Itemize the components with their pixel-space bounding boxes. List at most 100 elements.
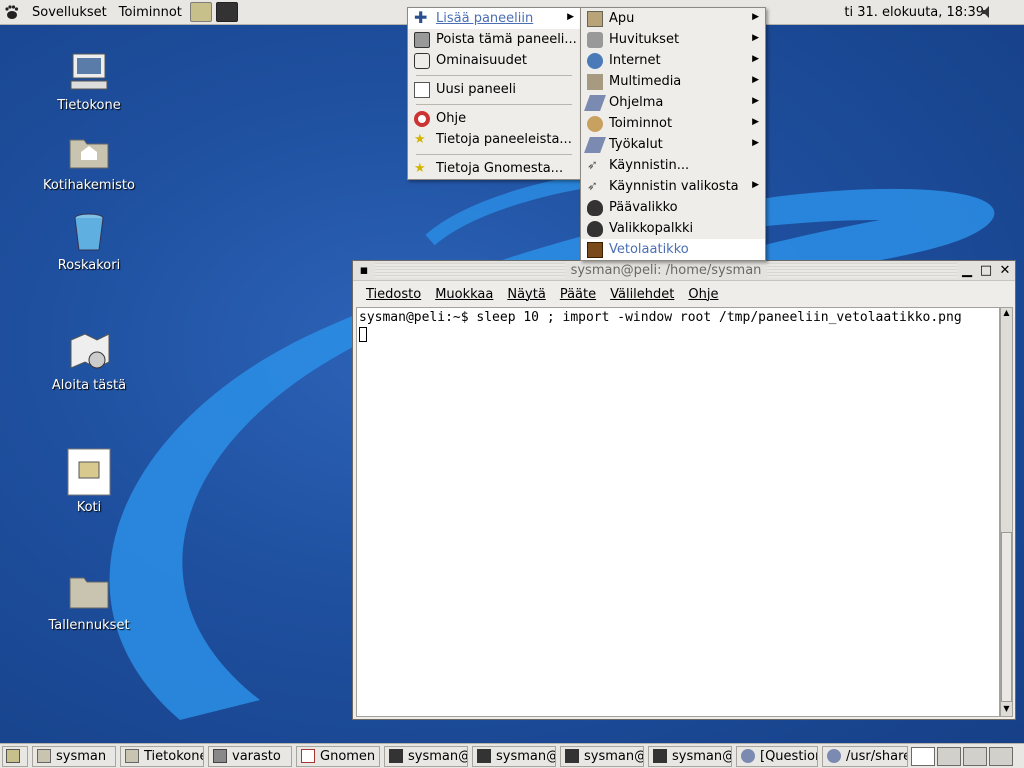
taskbar-item[interactable]: sysman@	[384, 745, 468, 767]
actions-menu[interactable]: Toiminnot	[113, 0, 188, 25]
menu-item-new-panel[interactable]: Uusi paneeli	[408, 79, 580, 100]
desktop-icon-home[interactable]: Kotihakemisto	[29, 130, 149, 193]
text-editor-icon[interactable]	[189, 2, 212, 22]
scroll-up-icon[interactable]: ▲	[1001, 308, 1012, 320]
submenu-item-valikkopalkki[interactable]: Valikkopalkki	[581, 218, 765, 239]
minimize-button[interactable]: ▁	[959, 263, 975, 279]
clock[interactable]: ti 31. elokuuta, 18:39	[844, 0, 984, 25]
menu-item-add-to-panel[interactable]: ✚ Lisää paneeliin ▶	[408, 8, 580, 29]
window-menu-icon[interactable]: ▪	[356, 263, 372, 279]
folder-icon	[125, 749, 139, 763]
maximize-button[interactable]: □	[978, 263, 994, 279]
desktop-icon-koti[interactable]: Koti	[29, 448, 149, 515]
workspace-4[interactable]	[989, 746, 1013, 766]
amusements-icon	[587, 32, 603, 48]
folder-icon	[37, 749, 51, 763]
scroll-down-icon[interactable]: ▼	[1001, 704, 1012, 716]
submenu-item-tyokalut[interactable]: Työkalut ▶	[581, 134, 765, 155]
menu-item-about-gnome[interactable]: ★ Tietoja Gnomesta...	[408, 158, 580, 179]
tools-icon	[584, 137, 606, 153]
add-to-panel-submenu: Apu ▶ Huvitukset ▶ Internet ▶ Multimedia ▶ O…	[580, 7, 766, 261]
submenu-arrow-icon: ▶	[752, 180, 759, 190]
applications-menu[interactable]: Sovellukset	[26, 0, 113, 25]
desktop: Tietokone Kotihakemisto Roskakori Aloita…	[0, 0, 1024, 768]
menu-nayta[interactable]: Näytä	[500, 287, 552, 302]
start-here-icon	[70, 333, 110, 369]
menu-separator	[408, 71, 580, 79]
submenu-item-paavalikko[interactable]: Päävalikko	[581, 197, 765, 218]
submenu-arrow-icon: ▶	[567, 12, 574, 22]
taskbar-item[interactable]: sysman@	[560, 745, 644, 767]
close-button[interactable]: ✕	[997, 263, 1013, 279]
terminal-menubar: Tiedosto Muokkaa Näytä Pääte Välilehdet …	[353, 281, 1015, 307]
submenu-arrow-icon: ▶	[752, 117, 759, 127]
home-folder-icon	[69, 139, 109, 169]
desktop-icon-trash[interactable]: Roskakori	[29, 210, 149, 273]
workspace-3[interactable]	[963, 746, 987, 766]
bottom-panel: sysman Tietokone varasto Gnomen P sysman…	[0, 743, 1024, 768]
about-icon: ★	[414, 161, 426, 176]
submenu-item-apu[interactable]: Apu ▶	[581, 8, 765, 29]
desktop-icon-computer[interactable]: Tietokone	[29, 50, 149, 113]
panel-context-menu: ✚ Lisää paneeliin ▶ Poista tämä paneeli.…	[407, 7, 581, 180]
taskbar-item[interactable]: [Question	[736, 745, 818, 767]
terminal-cursor	[359, 327, 367, 342]
gnome-foot-icon[interactable]	[2, 3, 20, 21]
menu-item-help[interactable]: Ohje	[408, 108, 580, 129]
menu-paate[interactable]: Pääte	[553, 287, 603, 302]
desktop-icon-label: Kotihakemisto	[43, 178, 135, 193]
menu-ohje[interactable]: Ohje	[681, 287, 725, 302]
add-icon: ✚	[414, 8, 428, 27]
menu-valilehdet[interactable]: Välilehdet	[603, 287, 681, 302]
taskbar-item[interactable]: varasto	[208, 745, 292, 767]
launcher-icon: ➶	[587, 179, 598, 194]
window-title: sysman@peli: /home/sysman	[564, 263, 768, 278]
terminal-icon	[565, 749, 579, 763]
menu-item-properties[interactable]: Ominaisuudet	[408, 50, 580, 71]
menu-tiedosto[interactable]: Tiedosto	[359, 287, 428, 302]
submenu-item-multimedia[interactable]: Multimedia ▶	[581, 71, 765, 92]
submenu-item-kaynnistin[interactable]: ➶ Käynnistin...	[581, 155, 765, 176]
menu-item-remove-panel[interactable]: Poista tämä paneeli...	[408, 29, 580, 50]
workspace-2[interactable]	[937, 746, 961, 766]
computer-icon	[70, 53, 108, 90]
browser-icon	[827, 749, 841, 763]
desktop-icon-label: Tietokone	[57, 98, 121, 113]
properties-icon	[414, 53, 430, 69]
submenu-arrow-icon: ▶	[752, 33, 759, 43]
taskbar-item[interactable]: sysman@	[648, 745, 732, 767]
taskbar-item[interactable]: /usr/share	[822, 745, 908, 767]
menu-separator	[408, 100, 580, 108]
taskbar-item[interactable]: sysman	[32, 745, 116, 767]
trash-icon	[74, 213, 104, 251]
scrollbar-thumb[interactable]	[1001, 532, 1012, 702]
menu-item-about-panels[interactable]: ★ Tietoja paneeleista...	[408, 129, 580, 150]
window-titlebar[interactable]: ▪ sysman@peli: /home/sysman ▁ □ ✕	[353, 261, 1015, 281]
taskbar-item[interactable]: Gnomen P	[296, 745, 380, 767]
submenu-item-huvitukset[interactable]: Huvitukset ▶	[581, 29, 765, 50]
accessories-icon	[587, 11, 603, 27]
submenu-item-kaynnistin-valikosta[interactable]: ➶ Käynnistin valikosta ▶	[581, 176, 765, 197]
show-desktop-icon	[6, 749, 20, 763]
menu-muokkaa[interactable]: Muokkaa	[428, 287, 500, 302]
submenu-item-vetolaatikko[interactable]: Vetolaatikko	[581, 239, 765, 260]
volume-icon[interactable]	[980, 4, 996, 20]
desktop-icon-start-here[interactable]: Aloita tästä	[29, 330, 149, 393]
desktop-icon-label: Tallennukset	[48, 618, 130, 633]
terminal-icon[interactable]	[215, 2, 238, 22]
document-icon	[67, 448, 111, 496]
taskbar-item[interactable]: Tietokone	[120, 745, 204, 767]
desktop-icon-tallennukset[interactable]: Tallennukset	[29, 570, 149, 633]
document-icon	[301, 749, 315, 763]
program-icon	[584, 95, 606, 111]
about-icon: ★	[414, 132, 426, 147]
taskbar-item[interactable]: sysman@	[472, 745, 556, 767]
submenu-item-internet[interactable]: Internet ▶	[581, 50, 765, 71]
show-desktop-button[interactable]	[2, 745, 28, 767]
browser-icon	[741, 749, 755, 763]
submenu-item-ohjelma[interactable]: Ohjelma ▶	[581, 92, 765, 113]
workspace-1[interactable]	[911, 746, 935, 766]
submenu-item-toiminnot[interactable]: Toiminnot ▶	[581, 113, 765, 134]
terminal-scrollbar[interactable]: ▲ ▼	[1000, 307, 1013, 717]
terminal-text-area[interactable]: sysman@peli:~$ sleep 10 ; import -window…	[356, 307, 1000, 717]
